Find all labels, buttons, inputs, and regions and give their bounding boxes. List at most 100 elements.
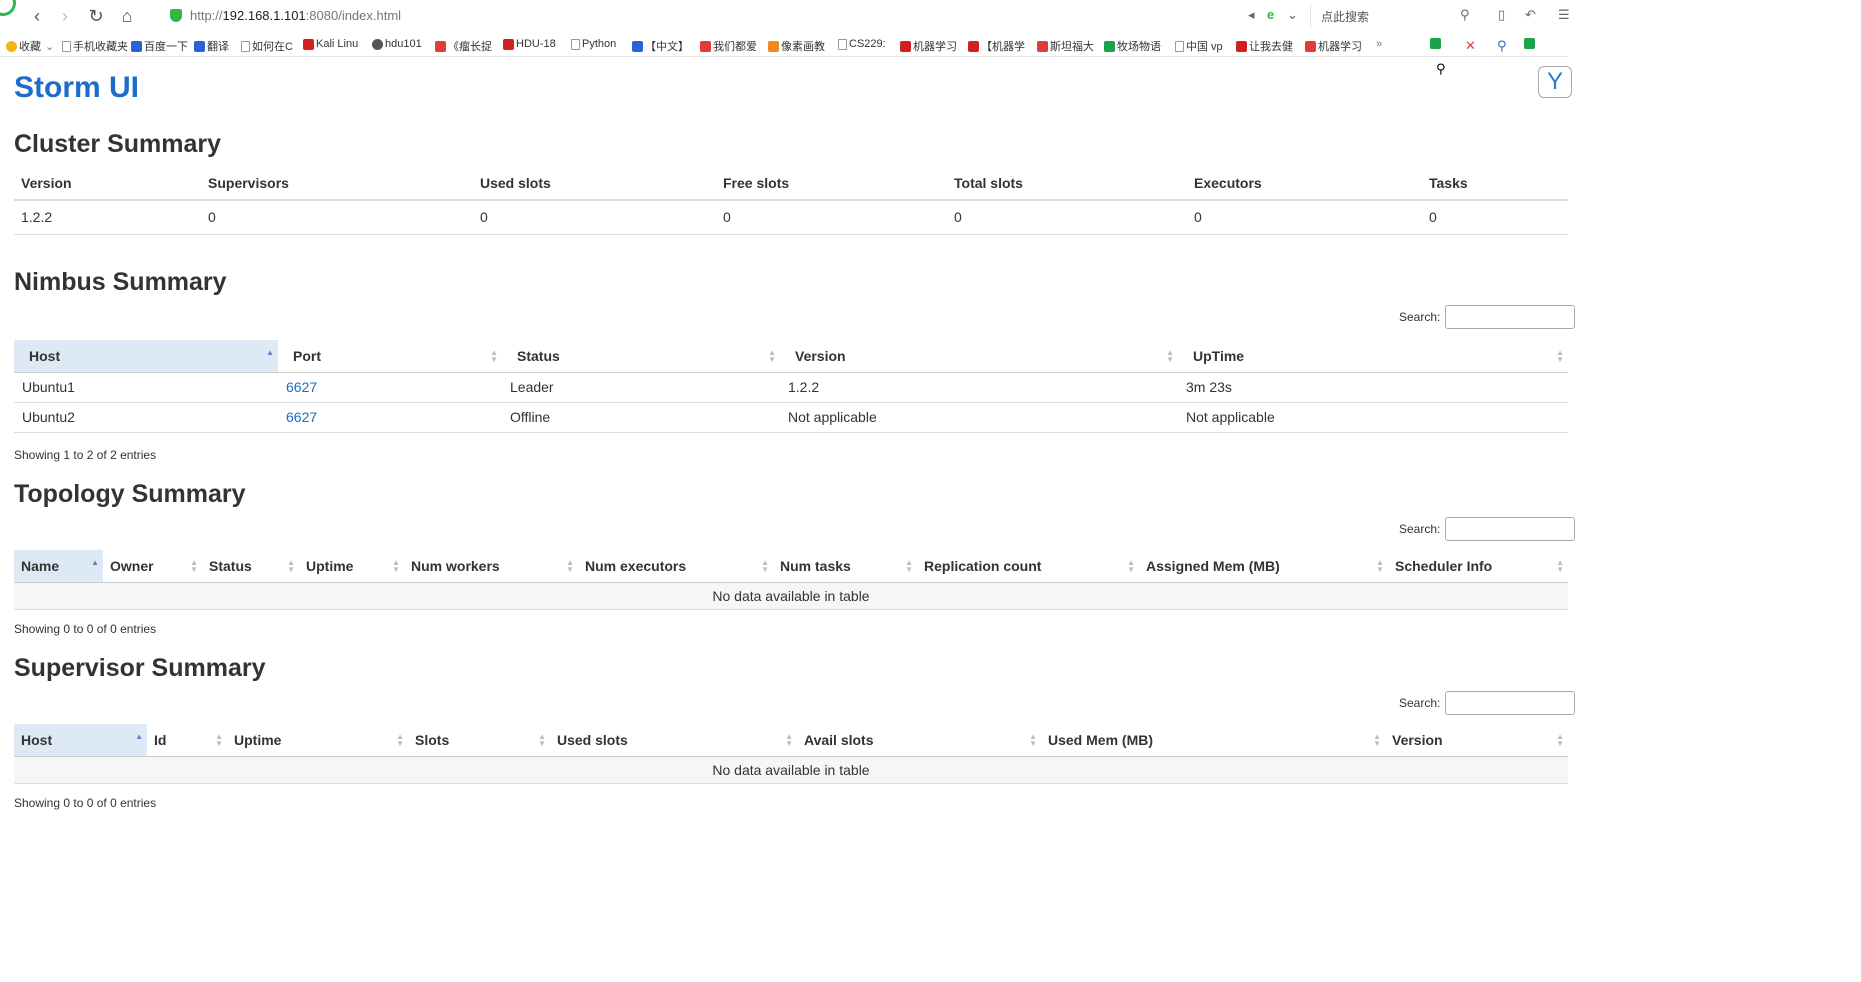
col-label: Slots: [415, 731, 450, 748]
supervisor-search-input[interactable]: [1445, 691, 1575, 715]
bookmark-item[interactable]: hdu101: [372, 38, 422, 50]
col-label: Num workers: [411, 557, 500, 574]
col-host[interactable]: Host ▲: [14, 724, 147, 757]
col-label: Id: [154, 731, 167, 748]
col-version[interactable]: Version ▲ ▼: [780, 340, 1178, 373]
sort-icon: ▲ ▼: [1029, 732, 1037, 748]
bookmark-item[interactable]: 中国 vp: [1175, 38, 1223, 54]
col-num-workers[interactable]: Num workers ▲ ▼: [404, 550, 578, 583]
col-host[interactable]: Host ▲: [14, 340, 278, 373]
bookmark-item[interactable]: 《瘤长捉: [435, 38, 492, 54]
col-num-executors[interactable]: Num executors ▲ ▼: [578, 550, 773, 583]
bookmark-item[interactable]: 翻译: [194, 38, 229, 54]
menu-icon[interactable]: ☰: [1558, 7, 1570, 23]
topology-search-input[interactable]: [1445, 517, 1575, 541]
bookmark-item[interactable]: 【中文】: [632, 38, 689, 54]
col-used-slots: Used slots: [473, 166, 716, 201]
bookmark-label: 斯坦福大: [1050, 41, 1094, 53]
back-icon[interactable]: ‹: [26, 6, 48, 26]
url-rest: :8080/index.html: [305, 8, 402, 23]
cell-executors: 0: [1187, 200, 1422, 235]
scissors-icon: ✕: [1465, 38, 1476, 53]
col-assigned-mem[interactable]: Assigned Mem (MB) ▲ ▼: [1139, 550, 1388, 583]
col-replication-count[interactable]: Replication count ▲ ▼: [917, 550, 1139, 583]
cell-version: 1.2.2: [14, 200, 201, 235]
ie-mode-icon[interactable]: e: [1267, 7, 1274, 22]
extension-translate-icon[interactable]: [1430, 38, 1443, 49]
col-status[interactable]: Status ▲ ▼: [502, 340, 780, 373]
home-icon[interactable]: ⌂: [116, 6, 138, 26]
sort-icon: ▲ ▼: [566, 558, 574, 574]
col-uptime[interactable]: UpTime ▲ ▼: [1178, 340, 1568, 373]
col-scheduler-info[interactable]: Scheduler Info ▲ ▼: [1388, 550, 1568, 583]
bookmark-item[interactable]: CS229:: [838, 38, 886, 50]
address-bar[interactable]: http://192.168.1.101:8080/index.html: [190, 8, 401, 23]
cell-port: 6627: [278, 402, 502, 433]
chevron-down-icon[interactable]: ⌄: [1287, 7, 1298, 23]
col-used-mem[interactable]: Used Mem (MB) ▲ ▼: [1041, 724, 1385, 757]
col-status[interactable]: Status ▲ ▼: [202, 550, 299, 583]
bookmark-item[interactable]: 像素画教: [768, 38, 825, 54]
extension-search-icon[interactable]: ⚲: [1497, 38, 1507, 54]
bookmark-item[interactable]: 【机器学: [968, 38, 1025, 54]
col-version[interactable]: Version ▲ ▼: [1385, 724, 1568, 757]
col-label: Owner: [110, 557, 154, 574]
tiger-icon: [768, 40, 779, 52]
more-bookmarks-button[interactable]: »: [1376, 38, 1382, 50]
bookmark-item[interactable]: 机器学习: [1305, 38, 1362, 54]
bookmark-item[interactable]: 如何在C: [241, 38, 293, 54]
bookmark-item[interactable]: 手机收藏夹: [62, 38, 128, 54]
browser-toolbar: ‹ › ↻ ⌂ http://192.168.1.101:8080/index.…: [0, 0, 1570, 32]
bookmark-item[interactable]: HDU-18: [503, 38, 556, 50]
bookmark-item[interactable]: 我们都爱: [700, 38, 757, 54]
diamond-icon: [700, 40, 711, 52]
sort-icon: ▲ ▼: [287, 558, 295, 574]
col-num-tasks[interactable]: Num tasks ▲ ▼: [773, 550, 917, 583]
col-slots[interactable]: Slots ▲ ▼: [408, 724, 550, 757]
col-name[interactable]: Name ▲: [14, 550, 103, 583]
sort-icon: ▲ ▼: [1376, 558, 1384, 574]
search-placeholder: 点此搜索: [1321, 10, 1370, 24]
col-label: Scheduler Info: [1395, 557, 1493, 574]
bookmark-item[interactable]: 让我去健: [1236, 38, 1293, 54]
sort-icon: ▲ ▼: [215, 732, 223, 748]
port-link[interactable]: 6627: [286, 409, 317, 425]
browser-search-box[interactable]: 点此搜索: [1310, 4, 1482, 28]
supervisor-search-label: Search:: [1399, 696, 1441, 710]
col-port[interactable]: Port ▲ ▼: [278, 340, 502, 373]
bookmark-item[interactable]: 百度一下: [131, 38, 188, 54]
cell-host: Ubuntu2: [14, 402, 278, 433]
col-uptime[interactable]: Uptime ▲ ▼: [227, 724, 408, 757]
bookmark-label: 牧场物语: [1117, 41, 1161, 53]
col-uptime[interactable]: Uptime ▲ ▼: [299, 550, 404, 583]
port-link[interactable]: 6627: [286, 379, 317, 395]
undo-icon[interactable]: ↶: [1525, 7, 1536, 23]
bookmark-item[interactable]: Python: [571, 38, 616, 50]
col-supervisors: Supervisors: [201, 166, 473, 201]
cell-version: Not applicable: [780, 402, 1178, 433]
col-used-slots[interactable]: Used slots ▲ ▼: [550, 724, 797, 757]
search-icon[interactable]: ⚲: [1460, 7, 1470, 23]
forward-icon[interactable]: ›: [54, 6, 76, 26]
bookmark-item[interactable]: 斯坦福大: [1037, 38, 1094, 54]
bookmark-item[interactable]: 牧场物语: [1104, 38, 1161, 54]
share-icon[interactable]: ◂: [1248, 7, 1255, 23]
cell-used-slots: 0: [473, 200, 716, 235]
col-id[interactable]: Id ▲ ▼: [147, 724, 227, 757]
nimbus-search-input[interactable]: [1445, 305, 1575, 329]
magnifier-icon[interactable]: ⚲: [1436, 61, 1446, 77]
reload-icon[interactable]: ↻: [85, 6, 107, 26]
y-extension-icon[interactable]: Y: [1538, 66, 1572, 98]
extension-game-icon[interactable]: [1524, 38, 1537, 49]
app-icon: [1305, 40, 1316, 52]
extension-cut-icon[interactable]: ✕: [1465, 38, 1476, 54]
bookmark-label: 如何在C: [252, 41, 293, 53]
bookmark-favorites[interactable]: 收藏 ⌄: [6, 38, 54, 54]
tablet-icon[interactable]: ▯: [1498, 7, 1505, 23]
bookmark-item[interactable]: 机器学习: [900, 38, 957, 54]
bookmark-item[interactable]: Kali Linu: [303, 38, 358, 50]
sort-icon: ▲ ▼: [538, 732, 546, 748]
col-owner[interactable]: Owner ▲ ▼: [103, 550, 202, 583]
col-label: Uptime: [306, 557, 354, 574]
col-avail-slots[interactable]: Avail slots ▲ ▼: [797, 724, 1041, 757]
